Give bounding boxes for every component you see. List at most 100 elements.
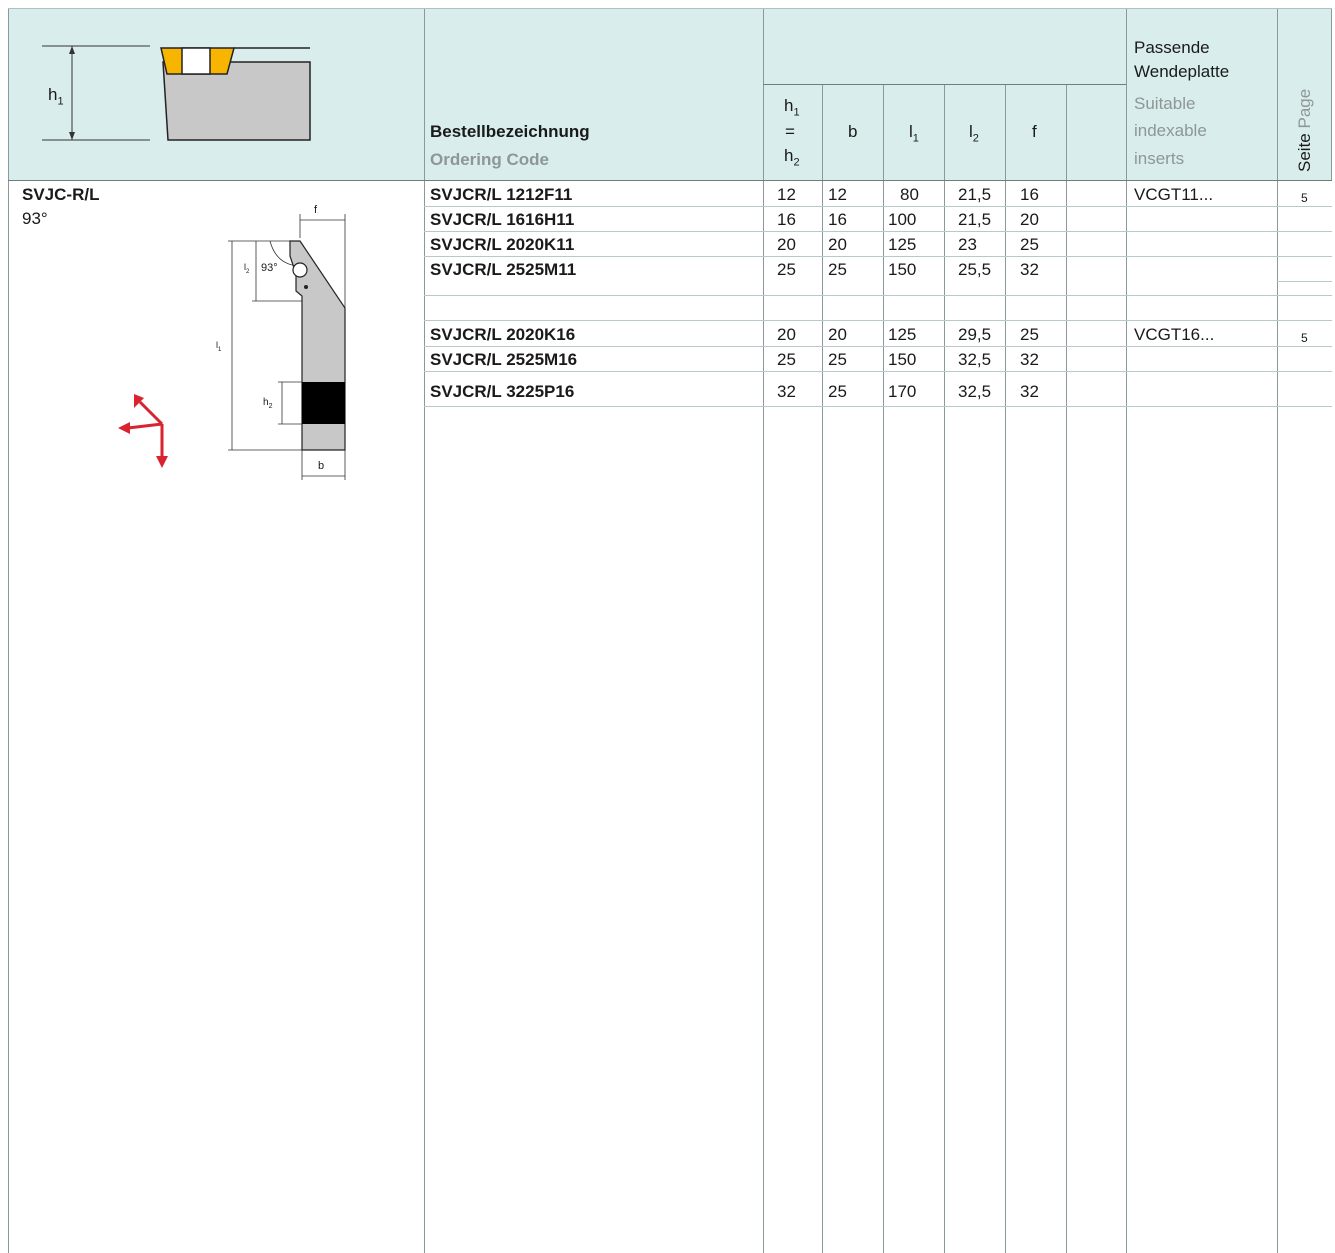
ordering-header-de: Bestellbezeichnung bbox=[430, 122, 590, 141]
cell-h: 20 bbox=[777, 325, 796, 344]
cell-f: 20 bbox=[1020, 210, 1039, 229]
drawing-label-h2: h2 bbox=[263, 397, 272, 410]
cell-f: 16 bbox=[1020, 185, 1039, 204]
col-divider bbox=[822, 84, 823, 1253]
col-divider bbox=[424, 8, 425, 1253]
cell-h: 25 bbox=[777, 350, 796, 369]
insert-header-en-2: indexable bbox=[1134, 121, 1207, 140]
cell-l2: 29,5 bbox=[958, 325, 992, 344]
drawing-label-angle: 93° bbox=[261, 262, 278, 274]
col-header-l2: l2 bbox=[969, 122, 979, 148]
product-angle: 93° bbox=[22, 209, 48, 228]
cell-l2: 21,5 bbox=[958, 210, 992, 229]
cell-l1: 170 bbox=[888, 382, 917, 401]
insert-header-de-2: Wendeplatte bbox=[1134, 62, 1230, 81]
drawing-h2-sub: 2 bbox=[268, 403, 273, 410]
row-line bbox=[424, 295, 1332, 296]
ordering-code: SVJCR/L 1212F11 bbox=[430, 185, 573, 204]
drawing-l1-sub: 1 bbox=[218, 346, 222, 353]
ordering-code: SVJCR/L 2525M16 bbox=[430, 350, 578, 369]
cell-page[interactable]: 5 bbox=[1301, 328, 1308, 348]
cell-b: 20 bbox=[828, 325, 847, 344]
cell-b: 25 bbox=[828, 382, 847, 401]
col-h2-sub: 2 bbox=[793, 156, 800, 169]
row-line bbox=[424, 231, 1332, 232]
drawing-label-l1: l1 bbox=[216, 340, 221, 353]
ordering-code: SVJCR/L 2020K11 bbox=[430, 235, 575, 254]
drawing-label-b: b bbox=[318, 460, 325, 472]
cell-b: 25 bbox=[828, 260, 847, 279]
cell-f: 25 bbox=[1020, 325, 1039, 344]
cell-b: 20 bbox=[828, 235, 847, 254]
cell-b: 12 bbox=[828, 185, 847, 204]
insert-header-de-1: Passende bbox=[1134, 38, 1210, 57]
col-divider bbox=[8, 8, 9, 1253]
col-divider bbox=[1066, 84, 1067, 1253]
cell-l2: 32,5 bbox=[958, 350, 992, 369]
col-l1-sub: 1 bbox=[912, 132, 919, 145]
col-divider bbox=[944, 84, 945, 1253]
cell-page[interactable]: 5 bbox=[1301, 188, 1308, 208]
header-subdivider bbox=[763, 84, 1126, 85]
ordering-header-en: Ordering Code bbox=[430, 150, 550, 169]
cell-h: 32 bbox=[777, 382, 796, 401]
page-col-line bbox=[1277, 281, 1332, 282]
col-header-h1: h1 bbox=[784, 96, 800, 122]
cell-l2: 32,5 bbox=[958, 382, 992, 401]
cell-l1: 150 bbox=[888, 350, 917, 369]
product-name: SVJC-R/L bbox=[22, 185, 100, 204]
cell-b: 25 bbox=[828, 350, 847, 369]
col-divider bbox=[1277, 8, 1278, 1253]
cell-l1: 125 bbox=[888, 235, 917, 254]
cell-l1: 125 bbox=[888, 325, 917, 344]
ordering-code: SVJCR/L 2525M11 bbox=[430, 260, 577, 279]
cell-f: 25 bbox=[1020, 235, 1039, 254]
col-divider bbox=[1126, 8, 1127, 1253]
cell-h: 25 bbox=[777, 260, 796, 279]
row-line bbox=[424, 206, 1332, 207]
header-top-line bbox=[8, 8, 1332, 9]
col-divider bbox=[1005, 84, 1006, 1253]
col-header-b: b bbox=[848, 122, 858, 141]
col-divider bbox=[1331, 8, 1332, 180]
cell-insert[interactable]: VCGT11... bbox=[1134, 185, 1213, 205]
cell-l1: 100 bbox=[888, 210, 917, 229]
col-header-l1: l1 bbox=[909, 122, 919, 148]
h1-label: h1 bbox=[48, 85, 64, 111]
col-header-eq: = bbox=[785, 122, 795, 141]
ordering-code: SVJCR/L 3225P16 bbox=[430, 382, 575, 401]
cell-f: 32 bbox=[1020, 382, 1039, 401]
row-line bbox=[424, 371, 1332, 372]
row-line bbox=[424, 346, 1332, 347]
col-l2-sub: 2 bbox=[972, 132, 979, 145]
col-divider bbox=[883, 84, 884, 1253]
page-header: Seite Page bbox=[1295, 89, 1315, 172]
row-line bbox=[424, 406, 1332, 407]
header-bottom-line bbox=[8, 180, 1332, 181]
col-header-f: f bbox=[1032, 122, 1037, 141]
drawing-label-l2: l2 bbox=[244, 262, 249, 275]
ordering-code: SVJCR/L 2020K16 bbox=[430, 325, 576, 344]
cell-l2: 21,5 bbox=[958, 185, 992, 204]
ordering-code: SVJCR/L 1616H11 bbox=[430, 210, 575, 229]
cell-h: 20 bbox=[777, 235, 796, 254]
cell-f: 32 bbox=[1020, 260, 1039, 279]
row-line bbox=[424, 320, 1332, 321]
cell-b: 16 bbox=[828, 210, 847, 229]
drawing-l2-sub: 2 bbox=[246, 268, 250, 275]
insert-header-en-1: Suitable bbox=[1134, 94, 1196, 113]
col-h1-sub: 1 bbox=[793, 106, 800, 119]
page-header-de: Seite bbox=[1295, 133, 1314, 172]
h1-subscript: 1 bbox=[57, 95, 64, 108]
cell-f: 32 bbox=[1020, 350, 1039, 369]
row-line bbox=[424, 256, 1332, 257]
holder-section-diagram bbox=[42, 45, 311, 141]
drawing-label-f: f bbox=[314, 204, 318, 216]
cell-h: 12 bbox=[777, 185, 796, 204]
feed-direction-arrows-icon bbox=[118, 394, 168, 468]
cell-h: 16 bbox=[777, 210, 796, 229]
page-header-en: Page bbox=[1295, 88, 1314, 129]
cell-insert[interactable]: VCGT16... bbox=[1134, 325, 1214, 345]
insert-header-en-3: inserts bbox=[1134, 149, 1185, 168]
cell-l2: 23 bbox=[958, 235, 977, 254]
